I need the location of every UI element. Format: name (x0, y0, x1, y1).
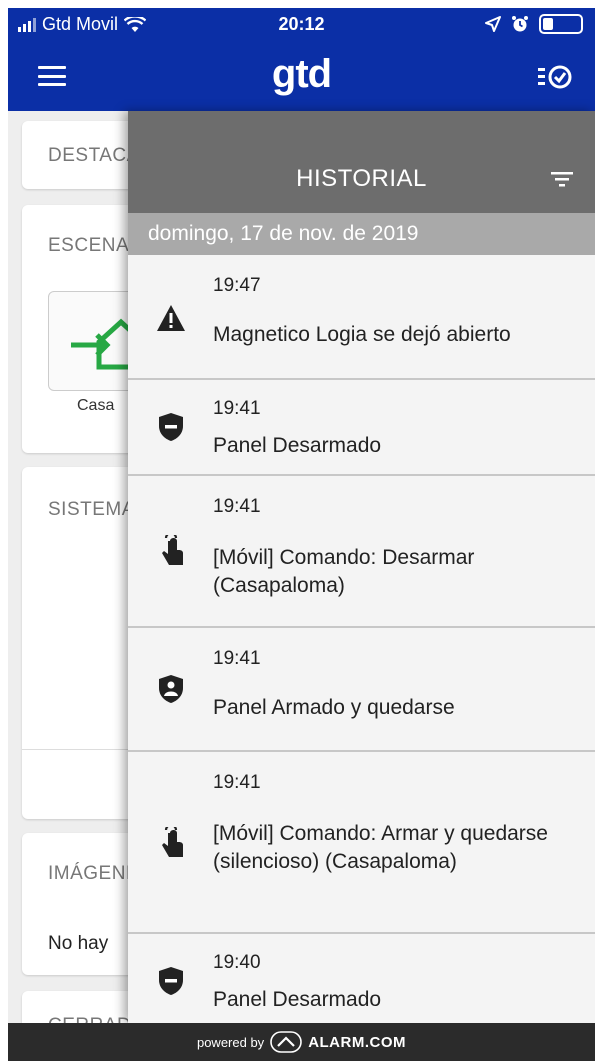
event-list: 19:47 Magnetico Logia se dejó abierto 19… (128, 255, 595, 1023)
event-time: 19:41 (213, 648, 261, 669)
event-text: [Móvil] Comando: Armar y quedarse (silen… (213, 822, 548, 873)
shield-disarmed-icon (156, 412, 186, 442)
top-bar: Gtd Movil 20:12 gtd (8, 8, 595, 111)
history-panel: HISTORIAL domingo, 17 de nov. de 2019 19… (128, 111, 595, 1023)
status-bar: Gtd Movil 20:12 (8, 8, 595, 42)
event-row[interactable]: 19:41 Panel Desarmado (128, 380, 595, 476)
powered-by-footer: powered by ALARM.COM (8, 1023, 595, 1061)
location-arrow-icon (485, 16, 501, 32)
event-row[interactable]: 19:47 Magnetico Logia se dejó abierto (128, 255, 595, 380)
history-header: HISTORIAL (128, 111, 595, 213)
event-row[interactable]: 19:40 Panel Desarmado (128, 934, 595, 1023)
touch-hand-icon (156, 535, 186, 566)
event-time: 19:47 (213, 275, 261, 296)
history-title: HISTORIAL (296, 165, 427, 192)
event-time: 19:40 (213, 952, 261, 973)
date-header: domingo, 17 de nov. de 2019 (128, 213, 595, 255)
event-text: [Móvil] Comando: Desarmar (Casapaloma) (213, 546, 475, 597)
event-row[interactable]: 19:41 Panel Armado y quedarse (128, 628, 595, 752)
event-text: Panel Armado y quedarse (213, 696, 455, 719)
app-bar: gtd (8, 42, 595, 111)
event-text: Magnetico Logia se dejó abierto (213, 323, 511, 346)
system-title: SISTEMA (48, 499, 135, 520)
event-time: 19:41 (213, 772, 261, 793)
alarm-clock-icon (512, 16, 528, 32)
event-row[interactable]: 19:41 [Móvil] Comando: Armar y quedarse … (128, 752, 595, 934)
event-time: 19:41 (213, 496, 261, 517)
event-row[interactable]: 19:41 [Móvil] Comando: Desarmar (Casapal… (128, 476, 595, 628)
shield-armed-stay-icon (156, 674, 186, 704)
shield-disarmed-icon (156, 966, 186, 996)
event-text: Panel Desarmado (213, 988, 382, 1011)
no-images-text: No hay (48, 933, 109, 954)
alarm-logo-icon (270, 1031, 302, 1053)
gtd-logo: gtd (271, 52, 332, 96)
status-right (485, 14, 583, 34)
checklist-icon[interactable] (537, 62, 573, 92)
event-text: Panel Desarmado (213, 434, 382, 457)
powered-by-label: powered by (196, 1034, 265, 1050)
scene-label: Casa (77, 397, 115, 414)
filter-icon[interactable] (551, 171, 573, 187)
warning-icon (156, 303, 186, 333)
alarm-brand-label: ALARM.COM (308, 1033, 407, 1051)
battery-icon (539, 14, 583, 34)
event-time: 19:41 (213, 398, 261, 419)
touch-hand-icon (156, 827, 186, 858)
